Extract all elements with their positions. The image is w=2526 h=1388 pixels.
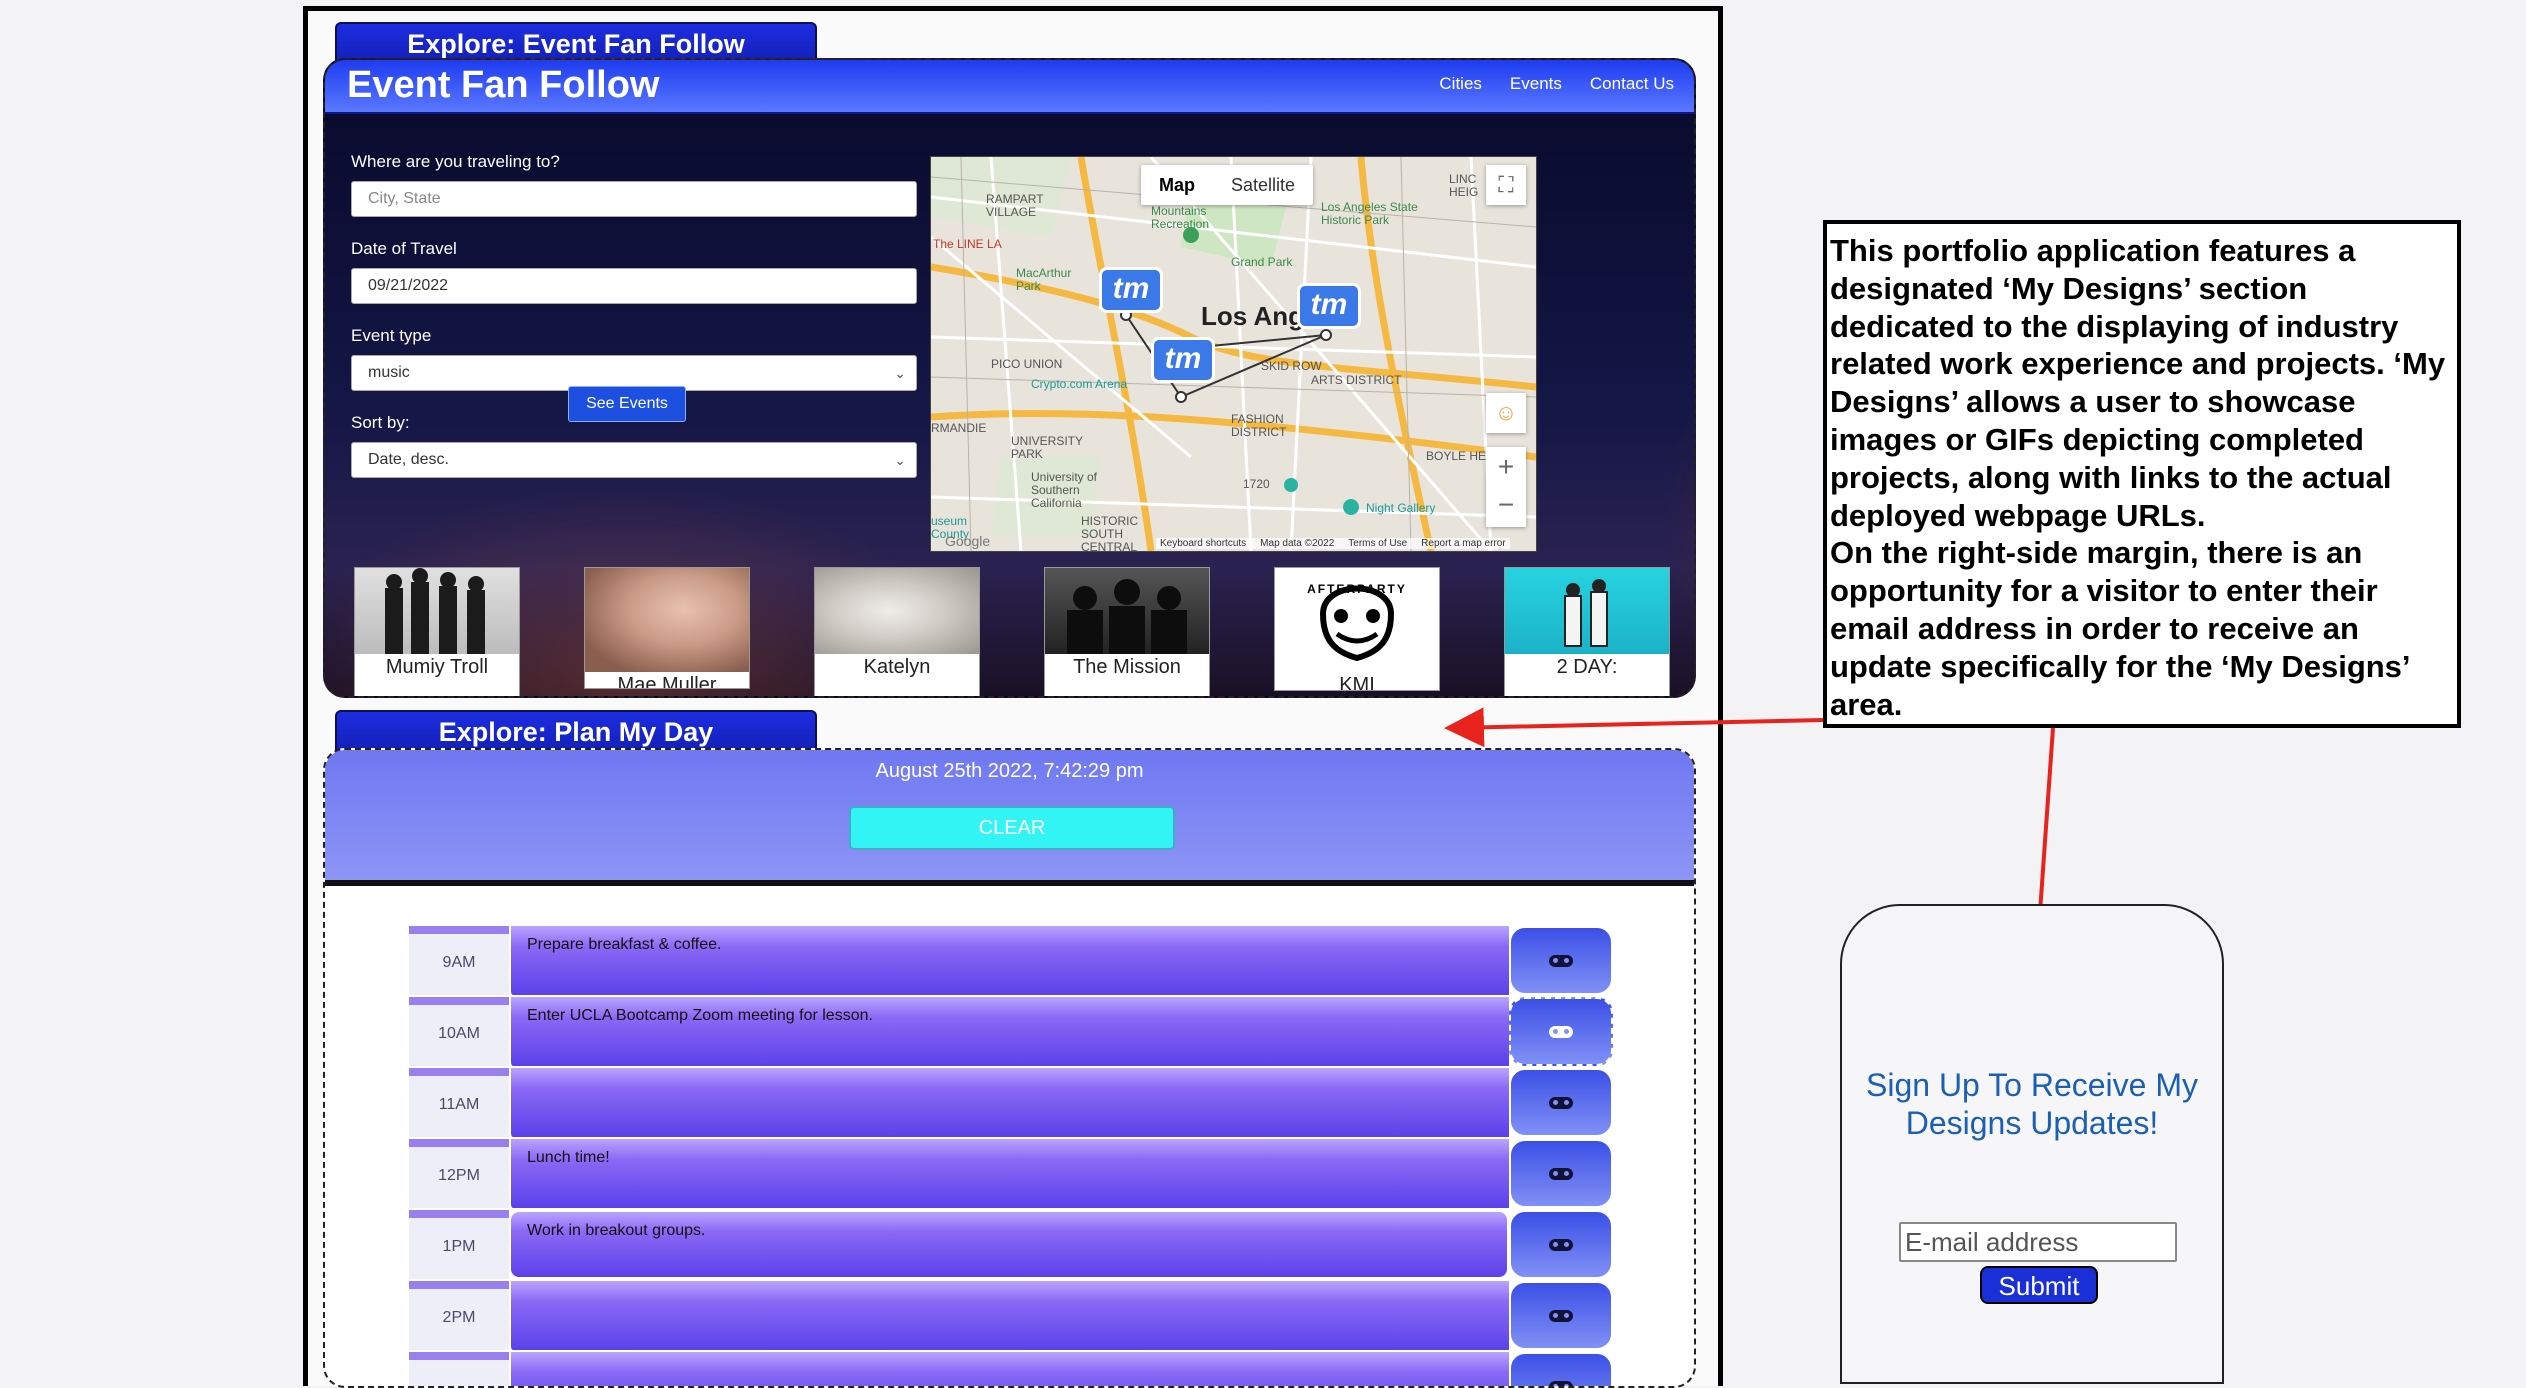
submit-button[interactable]: Submit bbox=[1980, 1266, 2098, 1304]
arrow-to-plan-my-day bbox=[1452, 720, 1823, 728]
signup-title: Sign Up To Receive My Designs Updates! bbox=[1842, 1066, 2222, 1142]
save-icon bbox=[1549, 1381, 1573, 1388]
signup-panel: Sign Up To Receive My Designs Updates! E… bbox=[1840, 904, 2224, 1384]
email-field[interactable]: E-mail address bbox=[1899, 1222, 2177, 1262]
